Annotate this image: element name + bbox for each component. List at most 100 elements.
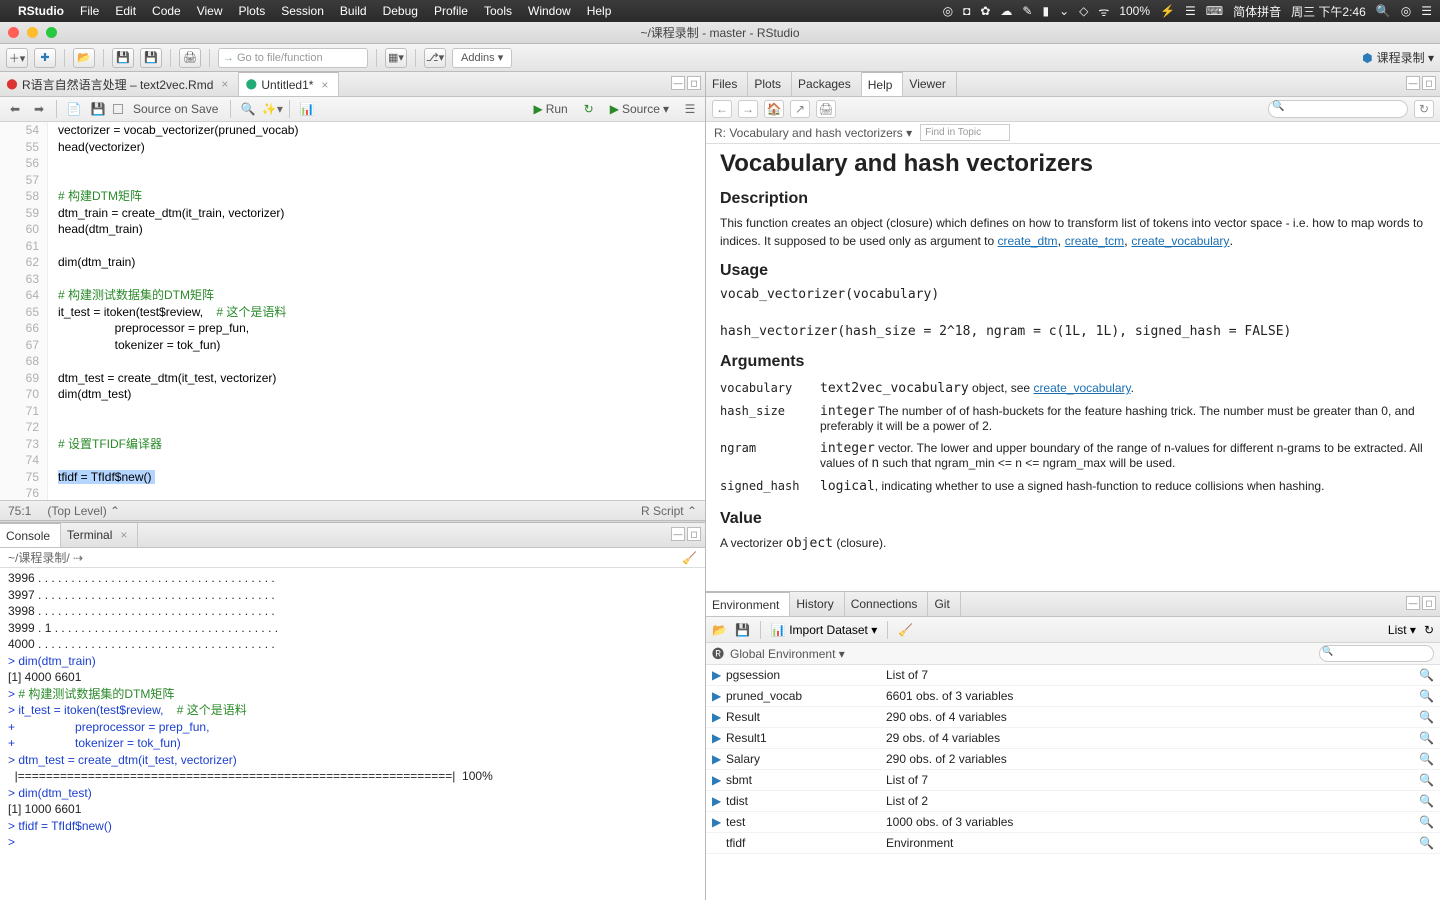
outline-icon[interactable]: ☰ [681,100,699,118]
load-workspace-icon[interactable]: 📂 [712,623,727,637]
minimize-pane-icon[interactable]: — [671,527,685,541]
close-window-icon[interactable] [8,27,19,38]
working-dir[interactable]: ~/课程录制/ ⇢ [8,549,83,566]
statusbar-item[interactable]: ⚡ [1160,4,1175,18]
env-item[interactable]: ▶pruned_vocab6601 obs. of 3 variables🔍 [706,686,1440,707]
statusbar-item[interactable]: ◘ [963,4,970,18]
close-tab-icon[interactable]: × [120,528,127,542]
minimize-window-icon[interactable] [27,27,38,38]
statusbar-item[interactable]: ✿ [980,4,990,18]
expand-icon[interactable]: ▶ [712,710,726,724]
menu-session[interactable]: Session [281,4,324,18]
help-back-icon[interactable]: ← [712,100,732,118]
menu-debug[interactable]: Debug [383,4,418,18]
save-all-button[interactable]: 💾 [140,48,162,68]
statusbar-item[interactable]: 100% [1119,4,1150,18]
env-item[interactable]: ▶Result290 obs. of 4 variables🔍 [706,707,1440,728]
tab-git[interactable]: Git [928,592,960,616]
git-button[interactable]: ⎇▾ [424,48,446,68]
back-icon[interactable]: ⬅ [6,100,24,118]
statusbar-item[interactable]: ᯤ [1098,3,1109,20]
tab-connections[interactable]: Connections [845,592,929,616]
link-create-vocabulary[interactable]: create_vocabulary [1131,234,1229,248]
inspect-icon[interactable]: 🔍 [1419,815,1434,829]
new-file-button[interactable]: ＋▾ [6,48,28,68]
new-project-button[interactable]: ✚ [34,48,56,68]
statusbar-item[interactable]: 🔍 [1376,4,1391,18]
inspect-icon[interactable]: 🔍 [1419,794,1434,808]
help-forward-icon[interactable]: → [738,100,758,118]
env-item[interactable]: tfidfEnvironment🔍 [706,833,1440,854]
minimize-pane-icon[interactable]: — [671,76,685,90]
tab-history[interactable]: History [790,592,844,616]
env-item[interactable]: ▶Salary290 obs. of 2 variables🔍 [706,749,1440,770]
run-button[interactable]: ▶Run [527,100,573,118]
expand-icon[interactable]: ▶ [712,731,726,745]
menu-view[interactable]: View [197,4,223,18]
inspect-icon[interactable]: 🔍 [1419,752,1434,766]
statusbar-item[interactable]: ⌨ [1206,4,1223,18]
menu-file[interactable]: File [80,4,99,18]
maximize-pane-icon[interactable]: ◻ [687,76,701,90]
scope-label[interactable]: (Top Level) ⌃ [47,504,120,518]
statusbar-item[interactable]: ⌄ [1059,4,1069,18]
statusbar-item[interactable]: ☁ [1000,4,1012,18]
clear-env-icon[interactable]: 🧹 [898,623,913,637]
rerun-icon[interactable]: ↻ [580,100,598,118]
env-item[interactable]: ▶tdistList of 2🔍 [706,791,1440,812]
source-on-save-checkbox[interactable] [113,104,123,114]
expand-icon[interactable]: ▶ [712,689,726,703]
print-button[interactable]: 🖨 [179,48,201,68]
link-create-tcm[interactable]: create_tcm [1065,234,1124,248]
save-icon[interactable]: 💾 [89,100,107,118]
tab-terminal[interactable]: Terminal× [61,523,138,547]
code-editor[interactable]: 5455565758596061626364656667686970717273… [0,122,705,500]
statusbar-item[interactable]: ▮ [1042,4,1049,18]
tab-help[interactable]: Help [862,71,904,96]
menu-window[interactable]: Window [528,4,571,18]
expand-icon[interactable]: ▶ [712,773,726,787]
inspect-icon[interactable]: 🔍 [1419,668,1434,682]
inspect-icon[interactable]: 🔍 [1419,689,1434,703]
help-popout-icon[interactable]: ↗ [790,100,810,118]
statusbar-item[interactable]: ☰ [1185,4,1196,18]
tab-untitled[interactable]: ⬤ Untitled1* × [239,71,339,96]
wand-icon[interactable]: ✨▾ [263,100,281,118]
forward-icon[interactable]: ➡ [30,100,48,118]
save-workspace-icon[interactable]: 💾 [735,623,750,637]
expand-icon[interactable]: ▶ [712,668,726,682]
maximize-pane-icon[interactable]: ◻ [1422,76,1436,90]
import-dataset-button[interactable]: 📊 Import Dataset ▾ [771,623,877,637]
inspect-icon[interactable]: 🔍 [1419,773,1434,787]
help-link[interactable]: create_vocabulary [1033,381,1130,395]
tab-console[interactable]: Console [0,522,61,547]
tab-rmd-file[interactable]: ⬤ R语言自然语言处理 – text2vec.Rmd × [0,72,239,96]
expand-icon[interactable]: ▶ [712,815,726,829]
env-list[interactable]: ▶pgsessionList of 7🔍▶pruned_vocab6601 ob… [706,665,1440,900]
close-tab-icon[interactable]: × [221,77,228,91]
env-item[interactable]: ▶sbmtList of 7🔍 [706,770,1440,791]
help-search-input[interactable] [1268,100,1408,118]
tab-files[interactable]: Files [706,72,748,96]
traffic-lights[interactable] [8,27,57,38]
expand-icon[interactable]: ▶ [712,752,726,766]
zoom-window-icon[interactable] [46,27,57,38]
menu-build[interactable]: Build [340,4,367,18]
tab-viewer[interactable]: Viewer [903,72,956,96]
help-home-icon[interactable]: 🏠 [764,100,784,118]
compile-report-icon[interactable]: 📊 [298,100,316,118]
source-button[interactable]: ▶Source ▾ [604,100,675,118]
find-in-topic-input[interactable]: Find in Topic [920,124,1010,141]
console-output[interactable]: 3996 . . . . . . . . . . . . . . . . . .… [0,568,705,900]
inspect-icon[interactable]: 🔍 [1419,731,1434,745]
clear-console-icon[interactable]: 🧹 [682,551,697,565]
tab-packages[interactable]: Packages [792,72,862,96]
addins-menu[interactable]: Addins ▾ [452,48,512,68]
app-name[interactable]: RStudio [18,4,64,18]
statusbar-item[interactable]: 简体拼音 [1233,3,1281,20]
save-button[interactable]: 💾 [112,48,134,68]
help-content[interactable]: Vocabulary and hash vectorizers Descript… [706,144,1440,591]
menu-profile[interactable]: Profile [434,4,468,18]
statusbar-item[interactable]: ◇ [1079,4,1088,18]
minimize-pane-icon[interactable]: — [1406,76,1420,90]
